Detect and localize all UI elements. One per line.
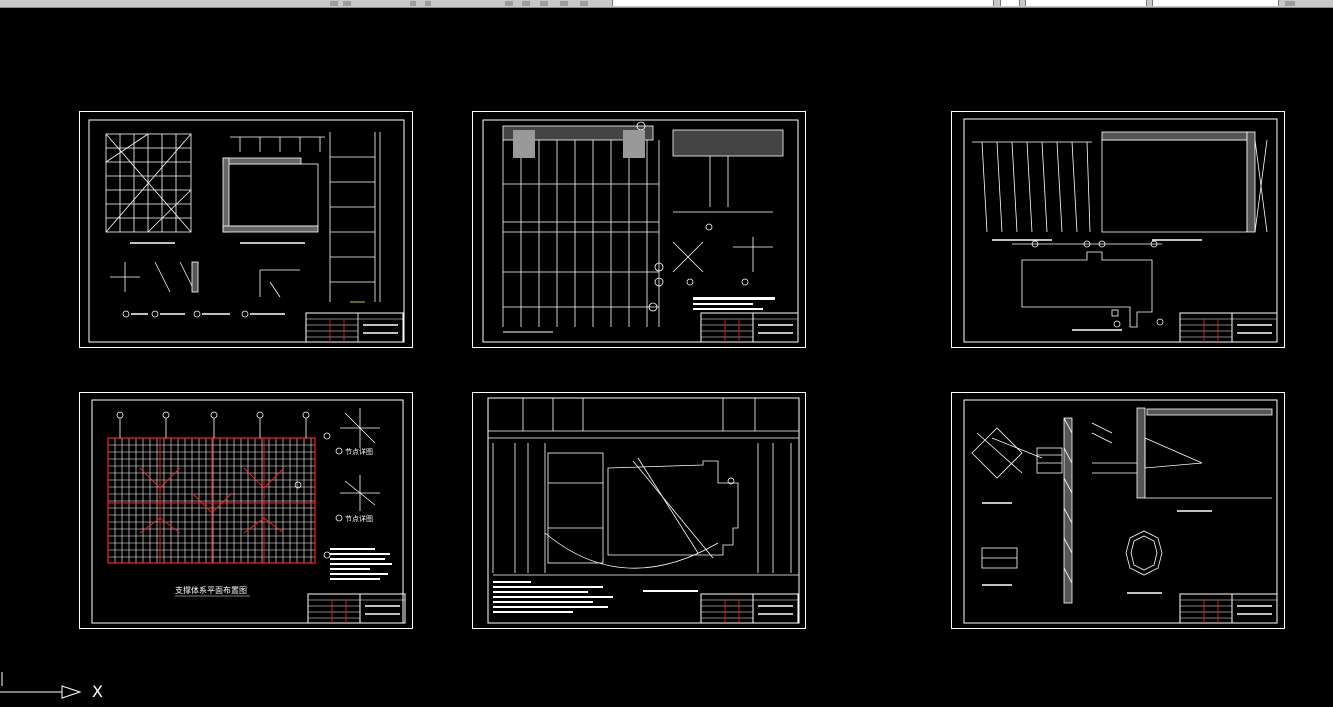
sheet-6-drawing bbox=[963, 399, 1278, 624]
sheet-2-drawing bbox=[482, 119, 799, 343]
layer-dropdown[interactable] bbox=[612, 0, 994, 6]
drawing-sheet-4[interactable]: 节点详图 节点详图 支撑体系平面布置图 bbox=[79, 392, 413, 629]
toolbar-button[interactable] bbox=[560, 1, 568, 6]
linetype-dropdown[interactable] bbox=[1025, 0, 1147, 6]
toolbar-button[interactable] bbox=[330, 1, 338, 6]
drawing-sheet-1[interactable] bbox=[79, 111, 413, 348]
sheet-4-caption: 支撑体系平面布置图 bbox=[175, 585, 247, 595]
ucs-x-axis-label: X bbox=[92, 682, 103, 701]
toolbar-button[interactable] bbox=[425, 1, 431, 6]
sheet-4-drawing: 节点详图 节点详图 支撑体系平面布置图 bbox=[91, 399, 406, 624]
drawing-sheet-5[interactable] bbox=[472, 392, 806, 629]
drawing-sheet-3[interactable] bbox=[951, 111, 1285, 348]
toolbar-button[interactable] bbox=[522, 1, 530, 6]
toolbar-strip bbox=[0, 0, 1333, 8]
toolbar-button[interactable] bbox=[1285, 1, 1295, 6]
sheet-1-drawing bbox=[88, 119, 405, 343]
callout-detail-label-2: 节点详图 bbox=[345, 514, 373, 523]
toolbar-button[interactable] bbox=[343, 1, 351, 6]
drawing-sheet-6[interactable] bbox=[951, 392, 1285, 629]
color-dropdown[interactable] bbox=[1000, 0, 1020, 6]
sheet-3-drawing bbox=[963, 118, 1278, 343]
toolbar-button[interactable] bbox=[410, 1, 416, 6]
toolbar-button[interactable] bbox=[540, 1, 548, 6]
sheet-5-drawing bbox=[487, 397, 800, 624]
toolbar-button[interactable] bbox=[580, 1, 588, 6]
lineweight-dropdown[interactable] bbox=[1152, 0, 1279, 6]
toolbar-button[interactable] bbox=[505, 1, 513, 6]
callout-detail-label-1: 节点详图 bbox=[345, 447, 373, 456]
drawing-sheet-2[interactable] bbox=[472, 111, 806, 348]
